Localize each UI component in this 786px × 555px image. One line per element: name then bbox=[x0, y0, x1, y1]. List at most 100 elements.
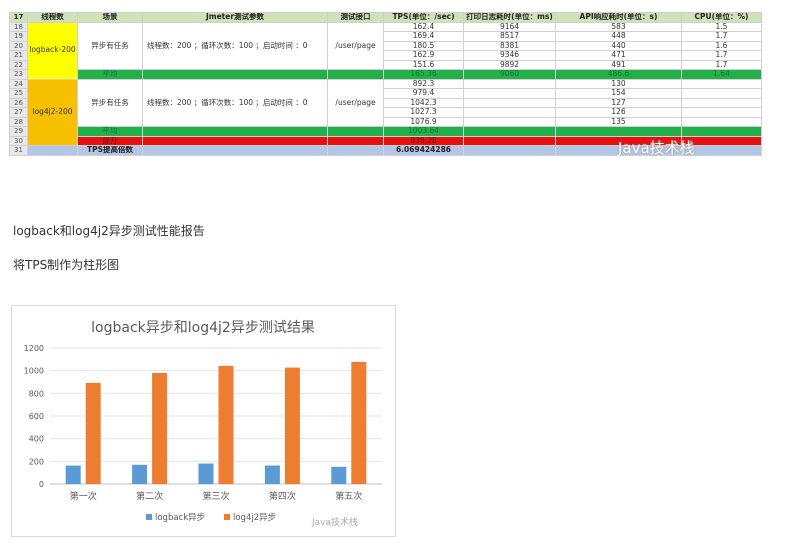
chart-y-axis: 0 200 400 600 800 1000 1200 bbox=[24, 344, 44, 489]
tps-cell: 1076.9 bbox=[383, 116, 464, 127]
avg-cpu: 1.64 bbox=[681, 69, 762, 80]
resp-cell: 440 bbox=[555, 40, 682, 51]
log-cell: 9164 bbox=[463, 21, 556, 32]
tps-bar-chart: logback异步和log4j2异步测试结果 0 200 400 600 800 1000… bbox=[11, 305, 396, 537]
average-blank bbox=[142, 126, 328, 137]
x-tick-label: 第五次 bbox=[335, 490, 362, 502]
log-cell bbox=[463, 78, 556, 89]
resp-cell: 130 bbox=[555, 78, 682, 89]
legend-swatch bbox=[146, 514, 152, 520]
y-tick-label: 800 bbox=[29, 389, 44, 398]
chart-bars bbox=[65, 361, 367, 484]
row-number: 24 bbox=[9, 78, 28, 89]
average-blank bbox=[555, 126, 682, 137]
header-params: Jmeter测试参数 bbox=[142, 12, 328, 23]
average-blank bbox=[681, 126, 762, 137]
avg-resp: 486.6 bbox=[555, 69, 682, 80]
log-cell bbox=[463, 107, 556, 118]
row-number: 22 bbox=[9, 59, 28, 70]
resp-cell: 135 bbox=[555, 116, 682, 127]
tps-cell: 162.9 bbox=[383, 50, 464, 61]
tps-ratio-label: TPS提高倍数 bbox=[77, 145, 143, 156]
header-cpu: CPU(单位：%) bbox=[681, 12, 762, 23]
log-cell bbox=[463, 97, 556, 108]
logback-average-row: 23 平均 165.36 9060 486.6 1.64 bbox=[9, 69, 762, 80]
tps-cell: 169.4 bbox=[383, 31, 464, 42]
tps-cell: 1027.3 bbox=[383, 107, 464, 118]
table-row: 24 log4j2-200 异步有任务 线程数：200 ；循环次数：100 ；启… bbox=[9, 78, 762, 146]
legend-label: log4j2异步 bbox=[233, 513, 276, 523]
resp-cell: 583 bbox=[555, 21, 682, 32]
improve-blank bbox=[463, 135, 556, 146]
y-tick-label: 400 bbox=[29, 435, 44, 444]
x-tick-label: 第二次 bbox=[136, 490, 163, 502]
log4j2-bar bbox=[218, 365, 234, 484]
logback-bar bbox=[65, 465, 81, 484]
row-number: 27 bbox=[9, 107, 28, 118]
row-number: 30 bbox=[9, 135, 28, 146]
y-tick-label: 1000 bbox=[24, 367, 44, 376]
logback-label: logback-200 bbox=[27, 21, 78, 80]
log4j2-bar bbox=[284, 367, 300, 484]
table-row: 18 logback-200 异步有任务 线程数：200 ；循环次数：100 ；… bbox=[9, 21, 762, 80]
resp-cell: 154 bbox=[555, 88, 682, 99]
legend-label: logback异步 bbox=[155, 513, 205, 523]
log4j2-api: /user/page bbox=[327, 78, 384, 127]
y-tick-label: 0 bbox=[39, 480, 44, 489]
log4j2-bar bbox=[85, 382, 101, 484]
logback-api: /user/page bbox=[327, 21, 384, 70]
log4j2-bar bbox=[351, 361, 367, 484]
logback-params: 线程数：200 ；循环次数：100 ；启动时间 ：0 bbox=[142, 21, 328, 70]
tps-ratio-blank bbox=[142, 145, 328, 156]
cpu-cell bbox=[681, 107, 762, 118]
resp-cell: 127 bbox=[555, 97, 682, 108]
log-cell: 8517 bbox=[463, 31, 556, 42]
header-tps: TPS(单位：/sec) bbox=[383, 12, 464, 23]
chart-title: logback异步和log4j2异步测试结果 bbox=[91, 320, 315, 336]
chart-legend: logback异步 log4j2异步 bbox=[146, 513, 276, 523]
x-tick-label: 第一次 bbox=[70, 490, 97, 502]
log4j2-average-row: 29 平均 1003.64 bbox=[9, 126, 762, 137]
improve-label: 提升 bbox=[77, 135, 143, 146]
tps-ratio-blank bbox=[463, 145, 556, 156]
log4j2-label: log4j2-200 bbox=[27, 78, 78, 146]
row-number: 17 bbox=[9, 12, 28, 23]
tps-ratio-blank bbox=[27, 145, 78, 156]
cpu-cell: 1.6 bbox=[681, 40, 762, 51]
row-number: 20 bbox=[9, 40, 28, 51]
table-header-row: 17 线程数 场景 Jmeter测试参数 测试接口 TPS(单位：/sec) 打… bbox=[9, 12, 762, 23]
row-number: 29 bbox=[9, 126, 28, 137]
cpu-cell bbox=[681, 116, 762, 127]
logback-bar bbox=[198, 463, 214, 484]
logback-bar bbox=[132, 464, 148, 484]
row-number: 28 bbox=[9, 116, 28, 127]
performance-table: 17 线程数 场景 Jmeter测试参数 测试接口 TPS(单位：/sec) 打… bbox=[9, 12, 762, 156]
row-number: 18 bbox=[9, 21, 28, 32]
tps-cell: 162.4 bbox=[383, 21, 464, 32]
y-tick-label: 200 bbox=[29, 457, 44, 466]
tps-cell: 979.4 bbox=[383, 88, 464, 99]
tps-cell: 180.5 bbox=[383, 40, 464, 51]
header-scene: 场景 bbox=[77, 12, 143, 23]
log-cell bbox=[463, 116, 556, 127]
header-api: 测试接口 bbox=[327, 12, 384, 23]
logback-bar bbox=[331, 466, 347, 484]
x-tick-label: 第四次 bbox=[269, 490, 296, 502]
tps-cell: 151.6 bbox=[383, 59, 464, 70]
watermark: Java技术栈 bbox=[618, 139, 695, 157]
cpu-cell: 1.7 bbox=[681, 59, 762, 70]
cpu-cell bbox=[681, 88, 762, 99]
average-blank bbox=[327, 69, 384, 80]
header-resp-time: API响应耗时(单位：s) bbox=[555, 12, 682, 23]
x-tick-label: 第三次 bbox=[202, 490, 229, 502]
cpu-cell: 1.5 bbox=[681, 21, 762, 32]
y-tick-label: 1200 bbox=[24, 344, 44, 353]
cpu-cell bbox=[681, 97, 762, 108]
average-blank bbox=[463, 126, 556, 137]
average-blank bbox=[142, 69, 328, 80]
improve-blank bbox=[142, 135, 328, 146]
row-number: 19 bbox=[9, 31, 28, 42]
improve-tps: 838.28 bbox=[383, 135, 464, 146]
chart-watermark: Java技术栈 bbox=[311, 516, 358, 528]
y-tick-label: 600 bbox=[29, 412, 44, 421]
